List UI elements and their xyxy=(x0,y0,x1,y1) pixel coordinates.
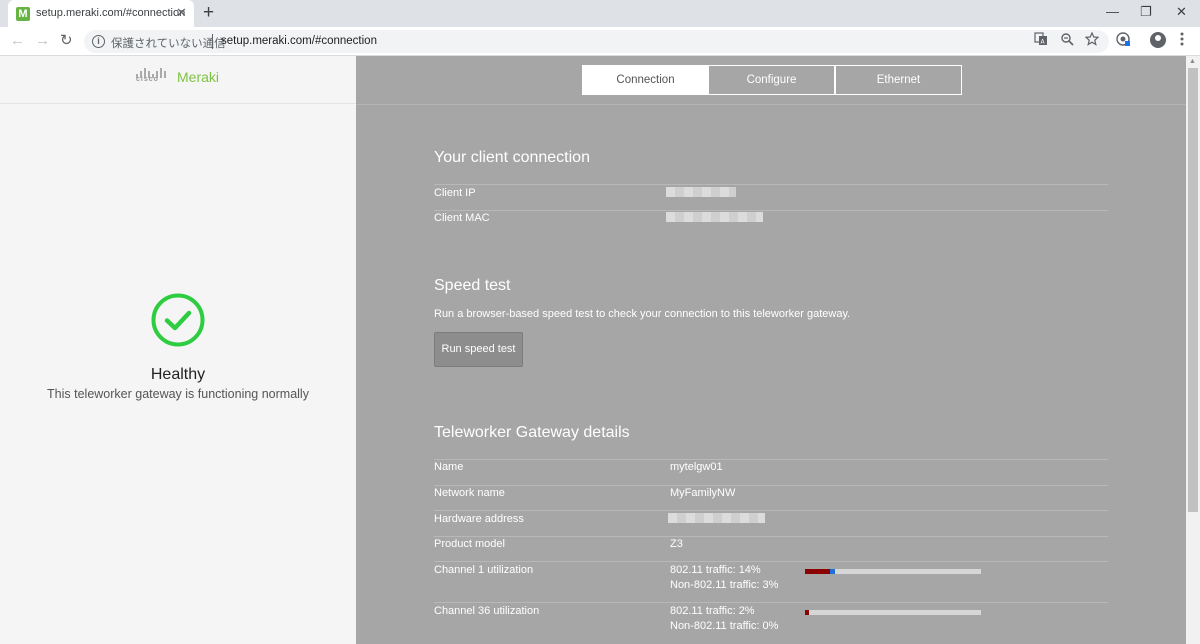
address-bar[interactable]: i 保護されていない通信 setup.meraki.com/#connectio… xyxy=(84,30,1109,53)
product-model-value: Z3 xyxy=(670,538,683,550)
channel-1-wifi-traffic: 802.11 traffic: 14% xyxy=(670,564,761,576)
minimize-icon[interactable]: — xyxy=(1106,3,1119,21)
scroll-up-arrow-icon[interactable]: ▲ xyxy=(1189,58,1196,65)
channel-1-non-wifi-segment xyxy=(830,569,835,574)
scroll-thumb[interactable] xyxy=(1188,68,1198,512)
translate-icon[interactable]: A xyxy=(1034,32,1048,49)
brand-header: cisco Meraki xyxy=(0,56,356,104)
menu-dots-icon[interactable] xyxy=(1180,32,1184,51)
client-mac-label: Client MAC xyxy=(434,212,490,224)
divider xyxy=(434,602,1108,603)
channel-36-utilization-bar xyxy=(805,610,981,615)
channel-1-non-wifi-traffic: Non-802.11 traffic: 3% xyxy=(670,579,779,591)
divider xyxy=(434,561,1108,562)
profile-avatar-icon[interactable] xyxy=(1150,32,1166,48)
maximize-icon[interactable]: ❐ xyxy=(1140,3,1152,21)
divider xyxy=(434,210,1108,211)
bookmark-star-icon[interactable] xyxy=(1084,31,1100,49)
speed-test-description: Run a browser-based speed test to check … xyxy=(434,308,851,320)
product-model-label: Product model xyxy=(434,538,505,550)
channel-36-non-wifi-traffic: Non-802.11 traffic: 0% xyxy=(670,620,779,632)
channel-1-wifi-segment xyxy=(805,569,830,574)
hardware-address-label: Hardware address xyxy=(434,513,524,525)
meraki-favicon-icon: M xyxy=(16,7,30,21)
health-status-title: Healthy xyxy=(150,366,206,383)
gateway-name-label: Name xyxy=(434,461,464,473)
security-status-text[interactable]: 保護されていない通信 xyxy=(111,35,226,51)
divider xyxy=(434,536,1108,537)
divider xyxy=(434,510,1108,511)
channel-36-label: Channel 36 utilization xyxy=(434,605,540,617)
info-icon[interactable]: i xyxy=(92,35,105,48)
reload-icon[interactable]: ↻ xyxy=(60,32,73,50)
browser-tab-strip: M setup.meraki.com/#connection ✕ + — ❐ ✕ xyxy=(0,0,1200,27)
tab-title: setup.meraki.com/#connection xyxy=(36,7,186,19)
check-circle-icon xyxy=(150,292,206,348)
tab-ethernet[interactable]: Ethernet xyxy=(835,65,962,95)
extension-icon[interactable] xyxy=(1116,32,1130,51)
browser-toolbar: ← → ↻ i 保護されていない通信 setup.meraki.com/#con… xyxy=(0,27,1200,56)
gateway-name-value: mytelgw01 xyxy=(670,461,723,473)
run-speed-test-button[interactable]: Run speed test xyxy=(434,332,523,367)
speed-test-title: Speed test xyxy=(434,277,511,294)
divider xyxy=(434,184,1108,185)
browser-tab[interactable]: M setup.meraki.com/#connection ✕ xyxy=(8,0,194,27)
channel-36-wifi-segment xyxy=(805,610,809,615)
client-connection-title: Your client connection xyxy=(434,149,590,166)
tab-connection[interactable]: Connection xyxy=(582,65,709,95)
details-panel: Connection Configure Ethernet Your clien… xyxy=(356,56,1186,644)
new-tab-icon[interactable]: + xyxy=(203,2,214,24)
back-icon[interactable]: ← xyxy=(10,32,25,50)
channel-36-wifi-traffic: 802.11 traffic: 2% xyxy=(670,605,755,617)
meraki-wordmark: Meraki xyxy=(177,69,220,85)
health-status-description: This teleworker gateway is functioning n… xyxy=(47,387,309,401)
client-mac-value-redacted xyxy=(666,212,763,222)
tab-close-icon[interactable]: ✕ xyxy=(176,5,187,21)
network-name-value: MyFamilyNW xyxy=(670,487,736,499)
divider xyxy=(434,485,1108,486)
client-ip-value-redacted xyxy=(666,187,736,197)
hardware-address-value-redacted xyxy=(668,513,765,523)
address-separator xyxy=(212,34,213,49)
client-ip-label: Client IP xyxy=(434,187,476,199)
channel-1-utilization-bar xyxy=(805,569,981,574)
tab-bar: Connection Configure Ethernet xyxy=(356,56,1186,105)
url-text[interactable]: setup.meraki.com/#connection xyxy=(221,35,377,47)
forward-icon[interactable]: → xyxy=(35,32,50,50)
gateway-details-title: Teleworker Gateway details xyxy=(434,424,630,441)
channel-1-label: Channel 1 utilization xyxy=(434,564,534,576)
divider xyxy=(434,459,1108,460)
zoom-icon[interactable] xyxy=(1060,32,1074,49)
network-name-label: Network name xyxy=(434,487,505,499)
close-window-icon[interactable]: ✕ xyxy=(1176,3,1187,21)
cisco-wordmark: cisco xyxy=(136,76,159,83)
page-scrollbar[interactable]: ▲ xyxy=(1186,56,1200,644)
tab-configure[interactable]: Configure xyxy=(708,65,835,95)
status-panel: cisco Meraki Healthy This teleworker gat… xyxy=(0,56,356,644)
